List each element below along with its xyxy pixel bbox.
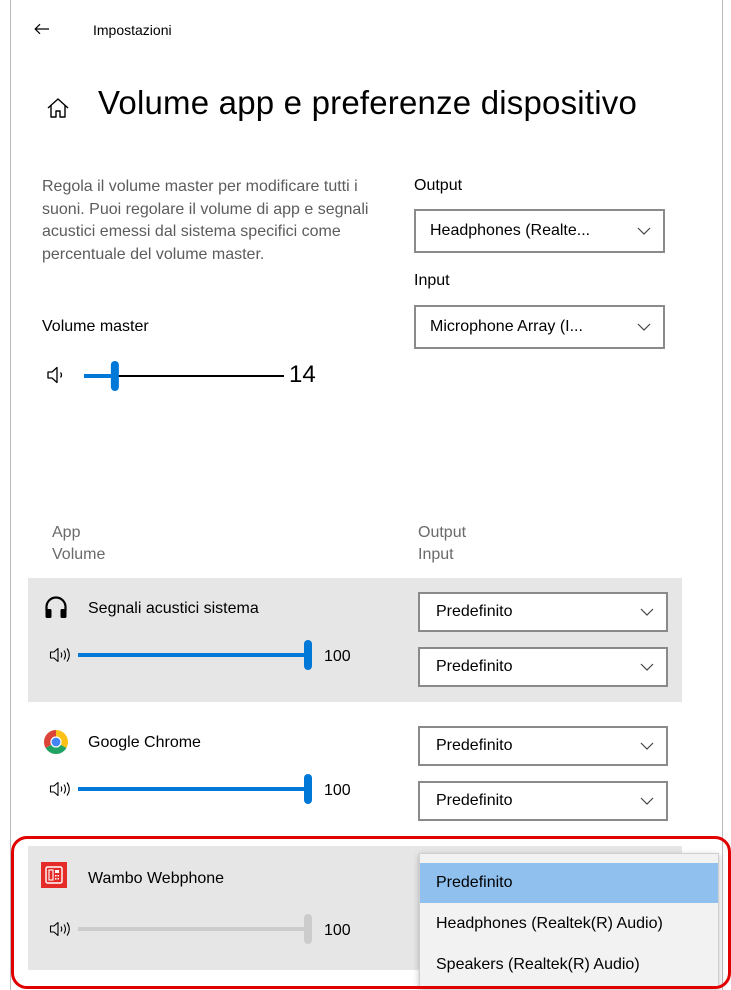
column-header-app: App Volume	[52, 522, 105, 566]
app-input-value: Predefinito	[436, 792, 513, 809]
output-device-value: Headphones (Realte...	[430, 222, 591, 239]
speaker-icon[interactable]	[49, 646, 73, 664]
input-device-dropdown[interactable]: Microphone Array (I...	[414, 305, 665, 349]
app-volume-slider[interactable]	[78, 914, 312, 944]
input-device-value: Microphone Array (I...	[430, 318, 583, 335]
back-button[interactable]	[31, 18, 53, 40]
chevron-down-icon	[640, 797, 654, 805]
speaker-icon[interactable]	[49, 780, 73, 798]
app-volume-value: 100	[324, 648, 351, 665]
master-volume-label: Volume master	[42, 318, 149, 335]
window-border-right	[722, 0, 723, 990]
app-volume-value: 100	[324, 922, 351, 939]
chrome-icon	[44, 730, 68, 754]
app-output-value: Predefinito	[436, 603, 513, 620]
app-volume-value: 100	[324, 782, 351, 799]
input-label: Input	[414, 272, 450, 289]
master-description: Regola il volume master per modificare t…	[42, 178, 369, 263]
page-title: Volume app e preferenze dispositivo	[98, 84, 637, 121]
app-output-dropdown[interactable]: Predefinito	[418, 726, 668, 766]
master-volume-value: 14	[289, 361, 316, 388]
app-input-dropdown[interactable]: Predefinito	[418, 647, 668, 687]
window-border-left	[10, 0, 11, 990]
chevron-down-icon	[637, 227, 651, 235]
app-name: Google Chrome	[88, 734, 201, 751]
column-volume-label: Volume	[52, 546, 106, 563]
speaker-icon[interactable]	[49, 920, 73, 938]
menu-option-headphones[interactable]: Headphones (Realtek(R) Audio)	[420, 904, 718, 944]
menu-option-speakers[interactable]: Speakers (Realtek(R) Audio)	[420, 945, 718, 985]
column-output-label: Output	[418, 524, 467, 541]
app-input-value: Predefinito	[436, 658, 513, 675]
output-label: Output	[414, 177, 463, 194]
app-input-dropdown[interactable]: Predefinito	[418, 781, 668, 821]
home-icon[interactable]	[45, 95, 71, 121]
title-bar: Impostazioni	[11, 0, 722, 60]
column-app-label: App	[52, 524, 81, 541]
chevron-down-icon	[637, 323, 651, 331]
app-name: Segnali acustici sistema	[88, 600, 259, 617]
output-device-dropdown[interactable]: Headphones (Realte...	[414, 209, 665, 253]
app-name: Wambo Webphone	[88, 870, 225, 887]
headphones-icon	[45, 596, 67, 618]
speaker-low-icon[interactable]	[46, 364, 66, 386]
chevron-down-icon	[640, 663, 654, 671]
menu-option-default[interactable]: Predefinito	[420, 863, 718, 903]
app-output-dropdown[interactable]: Predefinito	[418, 592, 668, 632]
app-volume-slider[interactable]	[78, 640, 312, 670]
back-arrow-icon	[34, 23, 49, 35]
webphone-icon	[41, 862, 67, 888]
window-title: Impostazioni	[93, 22, 172, 38]
app-output-value: Predefinito	[436, 737, 513, 754]
chevron-down-icon	[640, 608, 654, 616]
chevron-down-icon	[640, 742, 654, 750]
master-volume-slider[interactable]	[84, 361, 284, 391]
app-volume-slider[interactable]	[78, 774, 312, 804]
output-options-menu: Predefinito Headphones (Realtek(R) Audio…	[419, 853, 719, 988]
column-input-label: Input	[418, 546, 454, 563]
column-header-device: Output Input	[418, 522, 466, 566]
